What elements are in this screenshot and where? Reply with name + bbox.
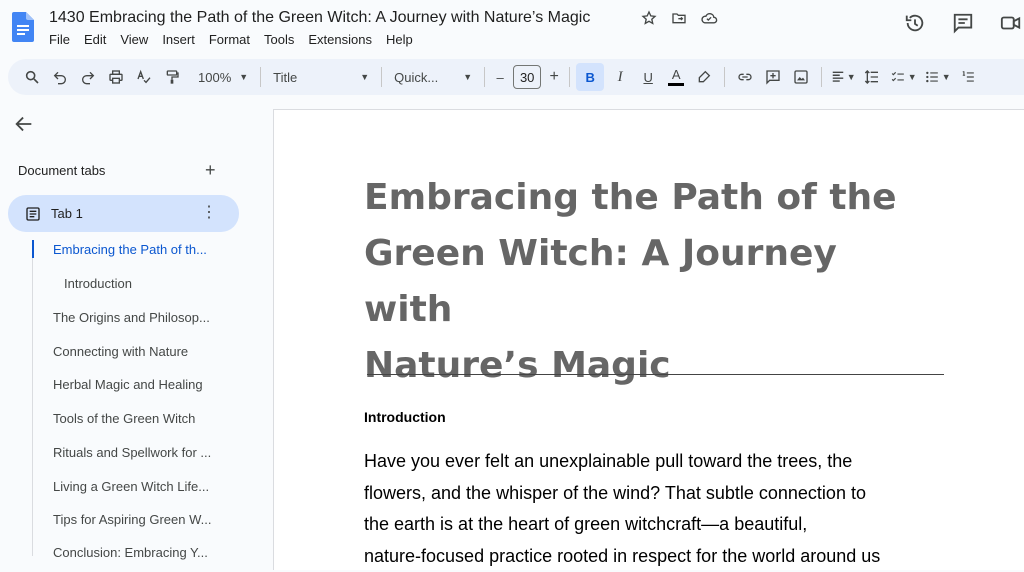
font-value: Quick...: [394, 70, 438, 85]
more-options-icon[interactable]: ⋮: [201, 204, 217, 222]
star-icon[interactable]: [640, 9, 658, 27]
outline-item[interactable]: Conclusion: Embracing Y...: [53, 545, 208, 560]
title-line: Embracing the Path of the: [364, 170, 924, 226]
toolbar-divider: [484, 67, 485, 87]
paragraph-line: flowers, and the whisper of the wind? Th…: [364, 478, 944, 510]
outline-item[interactable]: Introduction: [64, 276, 132, 291]
print-icon[interactable]: [102, 63, 130, 91]
style-select[interactable]: Title ▼: [267, 63, 375, 91]
chevron-down-icon: ▼: [360, 72, 369, 82]
document-title[interactable]: 1430 Embracing the Path of the Green Wit…: [49, 9, 590, 27]
chevron-down-icon: ▼: [847, 72, 856, 82]
checklist-icon: [890, 70, 906, 84]
tab-1[interactable]: Tab 1 ⋮: [8, 195, 239, 232]
horizontal-rule: [367, 374, 944, 375]
chevron-down-icon: ▼: [239, 72, 248, 82]
toolbar: 100% ▼ Title ▼ Quick... ▼ – 30 + B I U A…: [8, 59, 1024, 95]
spellcheck-icon[interactable]: [130, 63, 158, 91]
text-color-button[interactable]: A: [662, 63, 690, 91]
decrease-font-size-button[interactable]: –: [491, 63, 509, 91]
zoom-select[interactable]: 100% ▼: [192, 63, 254, 91]
zoom-value: 100%: [198, 70, 231, 85]
chevron-down-icon: ▼: [463, 72, 472, 82]
menu-format[interactable]: Format: [209, 32, 257, 47]
section-heading[interactable]: Introduction: [364, 409, 446, 425]
menu-file[interactable]: File: [49, 32, 77, 47]
outline-item[interactable]: Rituals and Spellwork for ...: [53, 445, 211, 460]
bold-button[interactable]: B: [576, 63, 604, 91]
bulleted-list-icon: [924, 70, 940, 84]
align-select[interactable]: ▼: [828, 63, 858, 91]
paragraph-line: Have you ever felt an unexplainable pull…: [364, 446, 944, 478]
body-paragraph[interactable]: Have you ever felt an unexplainable pull…: [364, 446, 944, 572]
outline-track: [32, 258, 33, 556]
toolbar-divider: [724, 67, 725, 87]
menu-edit[interactable]: Edit: [84, 32, 113, 47]
outline-item[interactable]: Connecting with Nature: [53, 344, 188, 359]
toolbar-divider: [260, 67, 261, 87]
font-select[interactable]: Quick... ▼: [388, 63, 478, 91]
outline-item[interactable]: The Origins and Philosop...: [53, 310, 210, 325]
paragraph-line: nature-focused practice rooted in respec…: [364, 541, 944, 572]
undo-icon[interactable]: [46, 63, 74, 91]
numbered-list-icon[interactable]: [954, 63, 982, 91]
outline-active-indicator: [32, 240, 34, 258]
paragraph-line: the earth is at the heart of green witch…: [364, 509, 944, 541]
docs-logo-icon[interactable]: [12, 12, 34, 42]
meet-icon[interactable]: [998, 10, 1024, 36]
paint-format-icon[interactable]: [158, 63, 186, 91]
add-tab-button[interactable]: +: [205, 160, 216, 181]
redo-icon[interactable]: [74, 63, 102, 91]
document-title-heading[interactable]: Embracing the Path of the Green Witch: A…: [364, 170, 924, 394]
font-size-input[interactable]: 30: [513, 65, 541, 89]
align-left-icon: [831, 70, 845, 84]
back-arrow-icon[interactable]: [13, 113, 35, 135]
italic-button[interactable]: I: [606, 63, 634, 91]
title-line: Nature’s Magic: [364, 338, 924, 394]
outline-item[interactable]: Embracing the Path of th...: [53, 242, 207, 257]
chevron-down-icon: ▼: [908, 72, 917, 82]
increase-font-size-button[interactable]: +: [545, 63, 563, 91]
document-tabs-heading: Document tabs: [18, 163, 105, 178]
cloud-status-icon[interactable]: [700, 9, 718, 27]
comments-icon[interactable]: [950, 10, 976, 36]
checklist-select[interactable]: ▼: [886, 63, 920, 91]
bullet-list-select[interactable]: ▼: [920, 63, 954, 91]
menu-tools[interactable]: Tools: [264, 32, 301, 47]
history-icon[interactable]: [902, 10, 928, 36]
toolbar-divider: [821, 67, 822, 87]
underline-button[interactable]: U: [634, 63, 662, 91]
menu-extensions[interactable]: Extensions: [308, 32, 379, 47]
outline-item[interactable]: Herbal Magic and Healing: [53, 377, 203, 392]
tab-1-label: Tab 1: [51, 206, 83, 221]
text-color-swatch: [668, 83, 684, 86]
insert-image-icon[interactable]: [787, 63, 815, 91]
menu-view[interactable]: View: [120, 32, 155, 47]
search-menus-icon[interactable]: [18, 63, 46, 91]
outline-item[interactable]: Tools of the Green Witch: [53, 411, 195, 426]
line-spacing-icon[interactable]: [858, 63, 886, 91]
move-folder-icon[interactable]: [670, 9, 688, 27]
style-value: Title: [273, 70, 297, 85]
text-color-glyph: A: [672, 69, 681, 81]
outline-item[interactable]: Tips for Aspiring Green W...: [53, 512, 211, 527]
highlight-icon[interactable]: [690, 63, 718, 91]
menu-help[interactable]: Help: [386, 32, 420, 47]
outline-item[interactable]: Living a Green Witch Life...: [53, 479, 209, 494]
chevron-down-icon: ▼: [942, 72, 951, 82]
link-icon[interactable]: [731, 63, 759, 91]
title-line: Green Witch: A Journey with: [364, 226, 924, 338]
toolbar-divider: [381, 67, 382, 87]
add-comment-icon[interactable]: [759, 63, 787, 91]
menu-insert[interactable]: Insert: [162, 32, 202, 47]
document-tab-icon: [25, 206, 41, 222]
toolbar-divider: [569, 67, 570, 87]
